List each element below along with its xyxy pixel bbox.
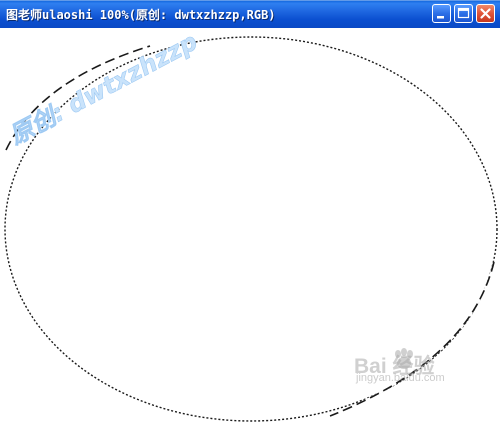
window-title: 图老师ulaoshi 100%(原创: dwtxzhzzp,RGB) — [6, 8, 276, 22]
site-logo: 图老师 — [422, 392, 486, 417]
maximize-button[interactable] — [454, 4, 473, 23]
baidu-paw-icon — [395, 348, 413, 369]
minimize-button[interactable] — [432, 4, 451, 23]
close-button[interactable] — [476, 4, 495, 23]
document-window: 图老师ulaoshi 100%(原创: dwtxzhzzp,RGB) 原创: d… — [0, 0, 500, 424]
maximize-icon — [457, 7, 470, 19]
title-bar[interactable]: 图老师ulaoshi 100%(原创: dwtxzhzzp,RGB) — [0, 0, 500, 28]
minimize-icon — [437, 16, 444, 19]
close-icon — [480, 8, 491, 19]
baidu-url-watermark: jingyan.baidu.com — [356, 372, 445, 384]
